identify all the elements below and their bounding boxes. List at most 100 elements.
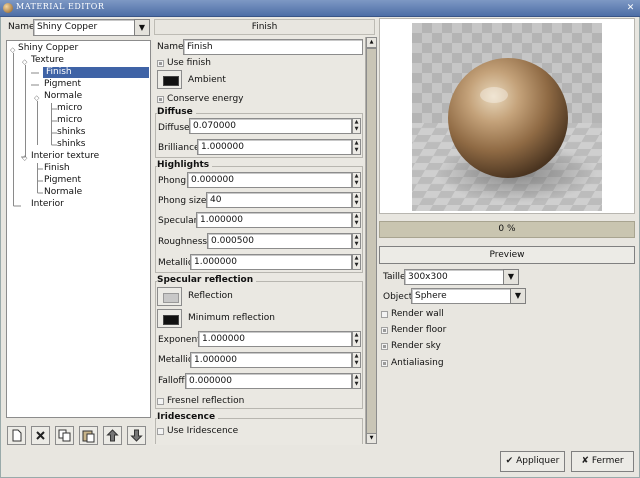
arrow-up-icon <box>106 429 119 442</box>
metallic-input[interactable]: 1.000000 <box>190 254 352 270</box>
tree-item-shinks-1[interactable]: shinks <box>57 127 86 138</box>
taille-dropdown-button[interactable]: ▼ <box>503 269 519 285</box>
specular-spinner[interactable]: ▲ ▼ <box>352 212 361 228</box>
taille-combo[interactable]: 300x300 <box>404 269 504 285</box>
conserve-energy-label: Conserve energy <box>167 94 244 104</box>
tree-item-normale[interactable]: Normale <box>44 91 82 102</box>
diffuse-group-title: Diffuse <box>157 107 196 117</box>
render-sky-label: Render sky <box>391 341 441 351</box>
exponent-input[interactable]: 1.000000 <box>198 331 352 347</box>
minimum-reflection-label: Minimum reflection <box>188 313 276 323</box>
roughness-label: Roughness <box>158 237 208 247</box>
scroll-thumb[interactable] <box>366 48 377 434</box>
finish-name-field[interactable]: Finish <box>183 39 363 55</box>
title-bar: MATERIAL EDITOR ✕ <box>0 0 640 17</box>
tree-item-interior[interactable]: Interior <box>31 199 64 210</box>
ambient-color-button[interactable] <box>157 70 182 89</box>
finish-name-label: Name <box>157 42 184 52</box>
tree-item-finish-selected[interactable]: Finish <box>43 67 149 78</box>
taille-label: Taille <box>383 272 406 282</box>
metallic-spinner[interactable]: ▲ ▼ <box>352 254 361 270</box>
use-finish-checkbox[interactable] <box>157 60 164 67</box>
scroll-down-icon[interactable]: ▼ <box>366 433 377 444</box>
render-floor-checkbox[interactable] <box>381 327 388 334</box>
roughness-input[interactable]: 0.000500 <box>207 233 352 249</box>
tree-item-pigment[interactable]: Pigment <box>44 79 81 90</box>
phong-size-spinner[interactable]: ▲ ▼ <box>352 192 361 208</box>
antialiasing-checkbox[interactable] <box>381 360 388 367</box>
scroll-up-icon[interactable]: ▲ <box>366 37 377 48</box>
copy-item-button[interactable] <box>55 426 74 445</box>
delete-icon <box>36 431 45 440</box>
exponent-spinner[interactable]: ▲ ▼ <box>352 331 361 347</box>
close-button-label: Fermer <box>591 456 624 466</box>
move-down-button[interactable] <box>127 426 146 445</box>
svg-text:◇: ◇ <box>22 58 28 66</box>
apply-button[interactable]: ✔ Appliquer <box>500 451 565 472</box>
falloff-input[interactable]: 0.000000 <box>185 373 352 389</box>
move-up-button[interactable] <box>103 426 122 445</box>
tree-item-interior-texture[interactable]: Interior texture <box>31 151 99 162</box>
diffuse-spinner[interactable]: ▲ ▼ <box>352 118 361 134</box>
render-sky-checkbox[interactable] <box>381 343 388 350</box>
falloff-label: Falloff <box>158 376 185 386</box>
use-finish-label: Use finish <box>167 58 211 68</box>
tree-item-interior-pigment[interactable]: Pigment <box>44 175 81 186</box>
diffuse-input[interactable]: 0.070000 <box>189 118 352 134</box>
tree-item-interior-finish[interactable]: Finish <box>44 163 70 174</box>
brilliance-label: Brilliance <box>158 143 200 153</box>
phong-spinner[interactable]: ▲ ▼ <box>352 172 361 188</box>
tree-item-shiny-copper[interactable]: Shiny Copper <box>18 43 78 54</box>
material-name-dropdown-button[interactable]: ▼ <box>134 19 150 36</box>
brilliance-input[interactable]: 1.000000 <box>197 139 352 155</box>
reflection-label: Reflection <box>188 291 233 301</box>
falloff-spinner[interactable]: ▲ ▼ <box>352 373 361 389</box>
minimum-reflection-color-button[interactable] <box>157 309 182 328</box>
conserve-energy-checkbox[interactable] <box>157 96 164 103</box>
delete-item-button[interactable] <box>31 426 50 445</box>
fresnel-reflection-checkbox[interactable] <box>157 398 164 405</box>
tree-item-micro-1[interactable]: micro <box>57 103 82 114</box>
new-item-button[interactable] <box>7 426 26 445</box>
sr-metallic-spinner[interactable]: ▲ ▼ <box>352 352 361 368</box>
preview-button[interactable]: Preview <box>379 246 635 264</box>
paste-item-button[interactable] <box>79 426 98 445</box>
phong-size-input[interactable]: 40 <box>206 192 352 208</box>
render-preview-image <box>412 23 602 211</box>
check-icon: ✔ <box>505 456 514 466</box>
tree-item-interior-normale[interactable]: Normale <box>44 187 82 198</box>
svg-text:◇: ◇ <box>22 154 28 162</box>
close-x-icon: ✘ <box>581 456 589 466</box>
tree-item-shinks-2[interactable]: shinks <box>57 139 86 150</box>
render-wall-label: Render wall <box>391 309 444 319</box>
phong-input[interactable]: 0.000000 <box>187 172 352 188</box>
tree-item-micro-2[interactable]: micro <box>57 115 82 126</box>
render-wall-checkbox[interactable] <box>381 311 388 318</box>
roughness-spinner[interactable]: ▲ ▼ <box>352 233 361 249</box>
material-tree[interactable]: ◇ ◇ ◇ ◇ Shiny Copper Texture Finish Pigm… <box>6 40 151 418</box>
iridescence-group-title: Iridescence <box>157 412 219 422</box>
material-name-combo[interactable]: Shiny Copper <box>33 19 136 36</box>
specular-input[interactable]: 1.000000 <box>196 212 352 228</box>
paste-icon <box>82 430 95 443</box>
reflection-swatch <box>163 293 179 303</box>
sr-metallic-input[interactable]: 1.000000 <box>190 352 352 368</box>
close-window-icon[interactable]: ✕ <box>625 3 636 14</box>
copy-icon <box>58 429 71 442</box>
reflection-color-button[interactable] <box>157 287 182 306</box>
minimum-reflection-swatch <box>163 315 179 325</box>
metallic-label: Metallic <box>158 258 193 268</box>
brilliance-spinner[interactable]: ▲ ▼ <box>352 139 361 155</box>
phong-label: Phong <box>158 176 187 186</box>
use-iridescence-checkbox[interactable] <box>157 428 164 435</box>
window-title: MATERIAL EDITOR <box>16 2 105 11</box>
apply-button-label: Appliquer <box>516 456 560 466</box>
object-dropdown-button[interactable]: ▼ <box>510 288 526 304</box>
close-button[interactable]: ✘ Fermer <box>571 451 634 472</box>
tree-item-texture[interactable]: Texture <box>31 55 64 66</box>
object-combo[interactable]: Sphere <box>411 288 511 304</box>
render-floor-label: Render floor <box>391 325 447 335</box>
finish-panel-header: Finish <box>154 19 375 35</box>
finish-panel-scrollbar[interactable]: ▲ ▼ <box>365 37 377 444</box>
highlights-group-title: Highlights <box>157 160 213 170</box>
